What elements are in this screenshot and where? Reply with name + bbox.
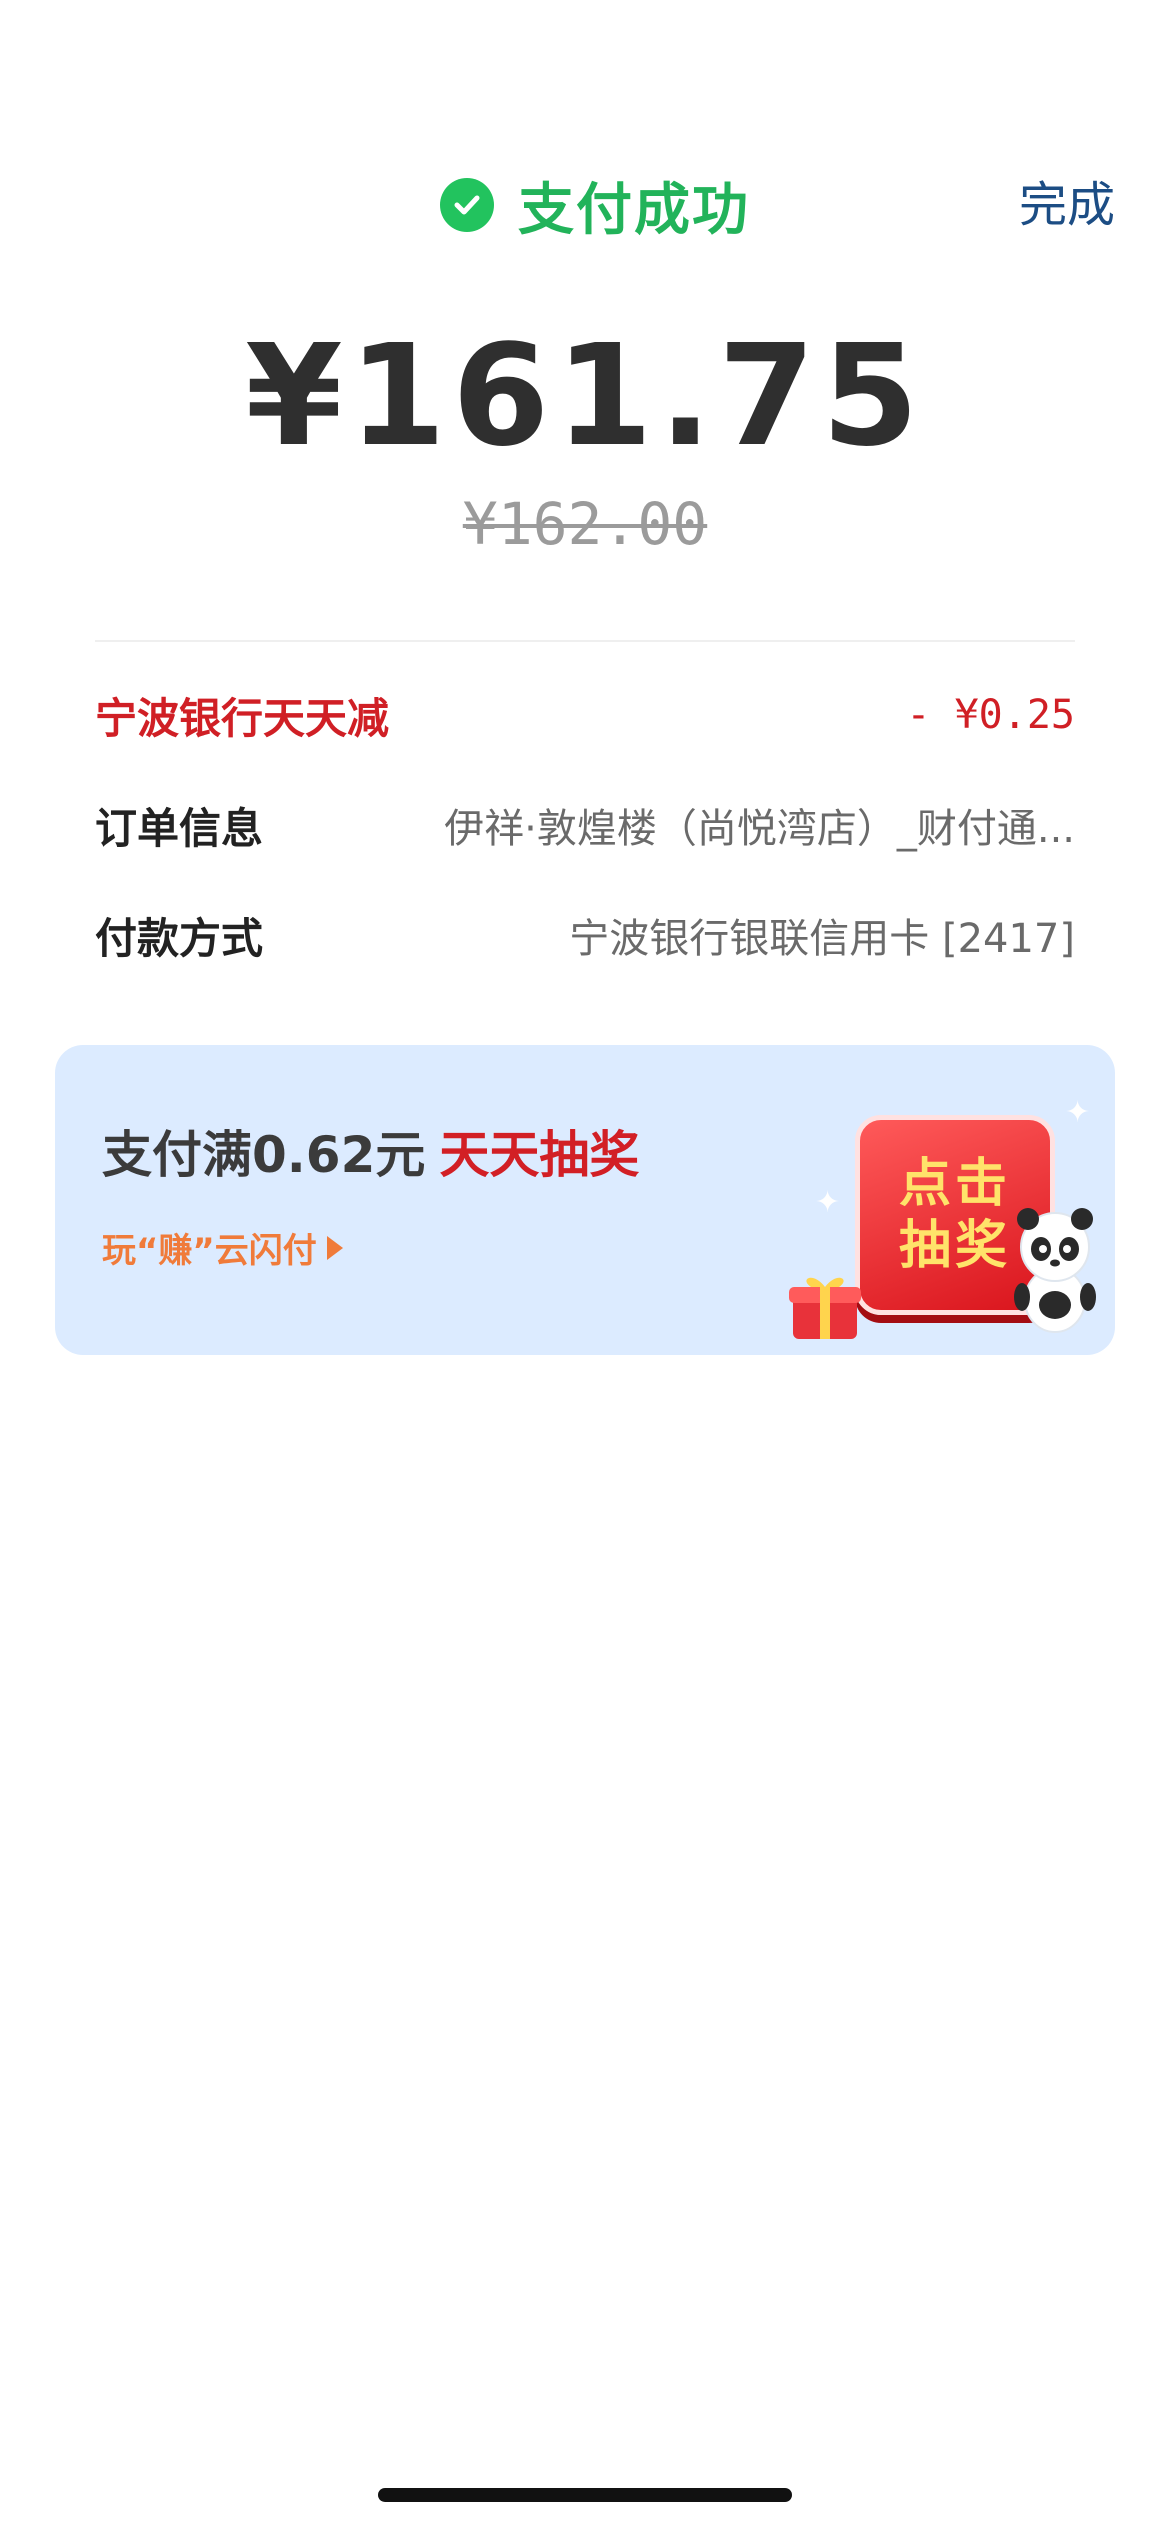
original-amount: ¥162.00: [462, 490, 708, 558]
paid-amount: ¥161.75: [245, 315, 925, 478]
promo-subtitle: 玩“赚”云闪付: [102, 1231, 317, 1271]
gift-icon: [789, 1277, 861, 1339]
order-info-value: 伊祥·敦煌楼（尚悦湾店）_财付通...: [444, 806, 1075, 852]
payment-method-value: 宁波银行银联信用卡 [2417]: [569, 916, 1075, 962]
payment-method-row: 付款方式 宁波银行银联信用卡 [2417]: [95, 900, 1075, 970]
draw-button-line2: 抽奖: [898, 1216, 1011, 1276]
order-info-row[interactable]: 订单信息 伊祥·敦煌楼（尚悦湾店）_财付通...: [95, 790, 1075, 860]
play-arrow-icon: [326, 1235, 343, 1260]
check-circle-icon: [440, 178, 494, 232]
result-header: 支付成功 完成: [0, 160, 1170, 250]
done-button[interactable]: 完成: [1019, 160, 1115, 250]
sparkle-icon: ✦: [815, 1185, 841, 1220]
promo-title-prefix: 支付满0.62元: [102, 1126, 426, 1184]
sparkle-icon: ✦: [1065, 1095, 1091, 1130]
discount-value: - ¥0.25: [906, 692, 1075, 738]
divider: [95, 640, 1075, 642]
promo-subtitle-link[interactable]: 玩“赚”云闪付: [102, 1223, 343, 1272]
promo-title: 支付满0.62元 天天抽奖: [102, 1115, 639, 1187]
payment-status: 支付成功: [440, 160, 750, 250]
promo-artwork: ✦ ✦ 点击 抽奖: [775, 1085, 1105, 1345]
order-info-label: 订单信息: [95, 803, 264, 853]
lottery-promo-banner[interactable]: 支付满0.62元 天天抽奖 玩“赚”云闪付 ✦ ✦ 点击 抽奖: [55, 1045, 1115, 1355]
draw-button-line1: 点击: [898, 1154, 1011, 1214]
payment-method-label: 付款方式: [95, 913, 264, 963]
panda-mascot: [1014, 1208, 1096, 1333]
discount-label: 宁波银行天天减: [95, 693, 390, 743]
promo-title-highlight: 天天抽奖: [439, 1126, 640, 1184]
status-text: 支付成功: [518, 177, 750, 243]
home-indicator[interactable]: [378, 2488, 792, 2502]
discount-row: 宁波银行天天减 - ¥0.25: [95, 680, 1075, 750]
